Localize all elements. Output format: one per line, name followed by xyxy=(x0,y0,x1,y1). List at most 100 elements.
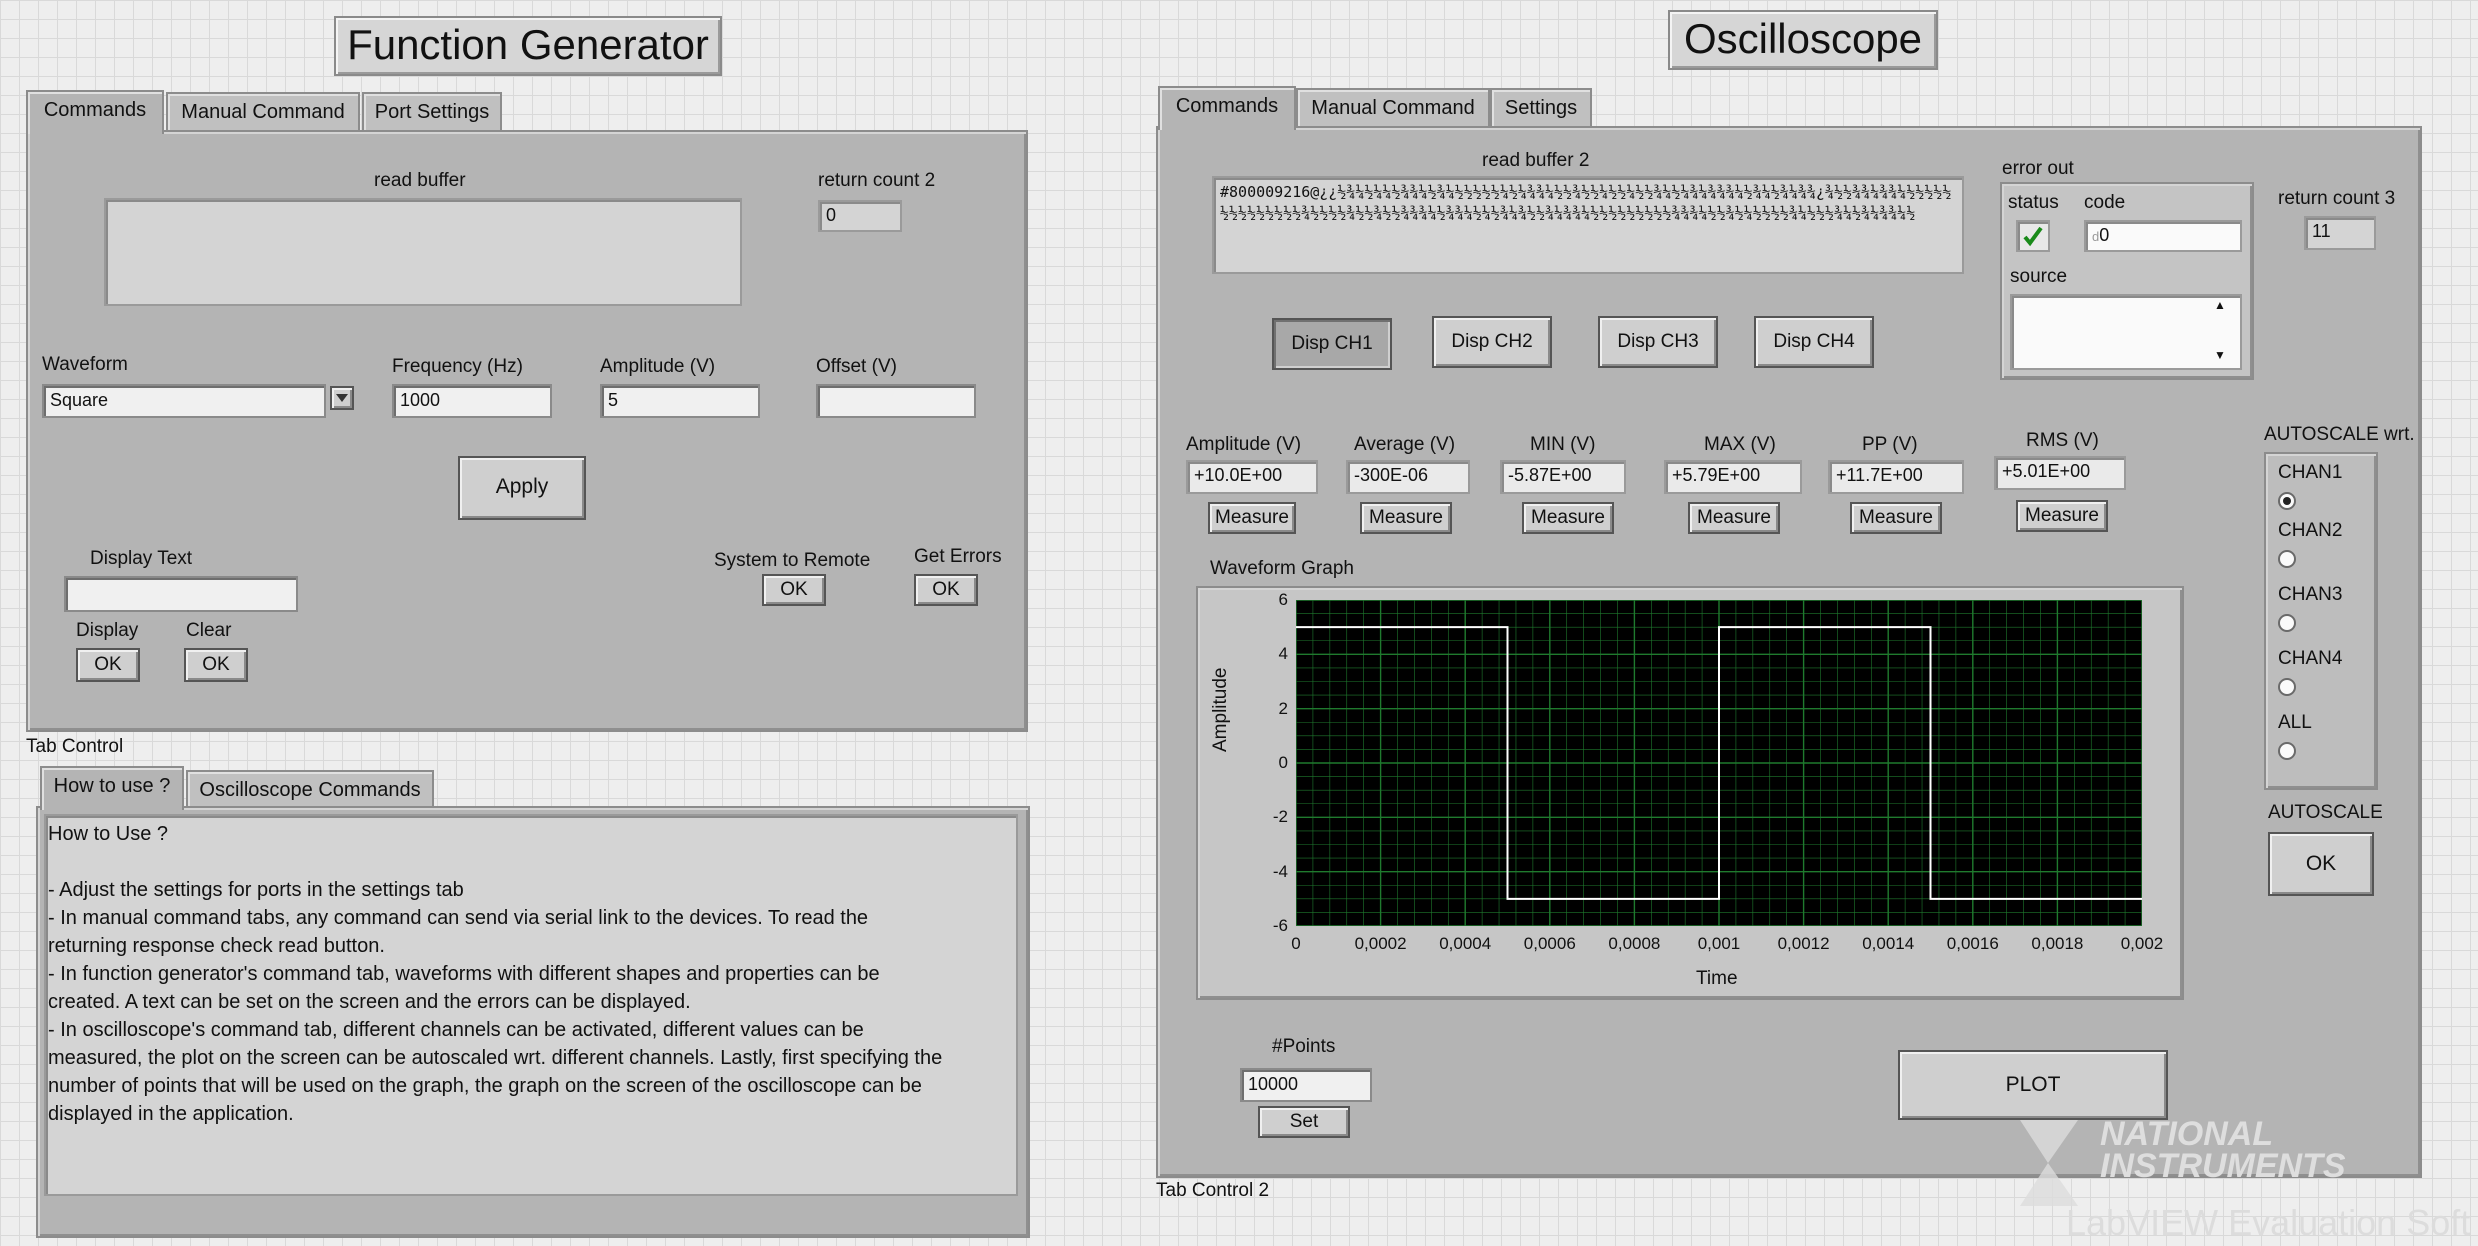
fg-read-buffer-label: read buffer xyxy=(374,170,466,191)
tab-control-2-label: Tab Control 2 xyxy=(1156,1180,1270,1201)
measurement-average-value: -300E-06 xyxy=(1346,460,1470,494)
amplitude-input[interactable]: 5 xyxy=(600,384,760,418)
clear-ok-button[interactable]: OK xyxy=(184,648,248,682)
chan2-radio[interactable] xyxy=(2278,550,2296,568)
source-scroll-down-icon[interactable]: ▼ xyxy=(2214,348,2226,362)
y-tick-label: 2 xyxy=(1278,698,1288,718)
x-tick-label: 0,0018 xyxy=(2031,934,2084,953)
y-tick-label: -4 xyxy=(1272,861,1288,881)
measurement-average-label: Average (V) xyxy=(1354,434,1456,455)
x-tick-label: 0,0002 xyxy=(1354,934,1407,953)
measure-max-button[interactable]: Measure xyxy=(1688,502,1780,534)
measure-min-button[interactable]: Measure xyxy=(1522,502,1614,534)
autoscale-ok-button[interactable]: OK xyxy=(2268,832,2374,896)
disp-ch2-button[interactable]: Disp CH2 xyxy=(1432,316,1552,368)
measurement-pp-label: PP (V) xyxy=(1862,434,1918,455)
measurement-rms-label: RMS (V) xyxy=(2026,430,2099,451)
x-tick-label: 0,0004 xyxy=(1439,934,1492,953)
watermark-brand: NATIONAL INSTRUMENTS xyxy=(2100,1115,2346,1185)
help-text: How to Use ? - Adjust the settings for p… xyxy=(48,823,943,1125)
get-errors-ok-button[interactable]: OK xyxy=(914,574,978,606)
waveform-select[interactable]: Square xyxy=(42,384,326,418)
measurement-rms-value: +5.01E+00 xyxy=(1994,456,2126,490)
chan3-radio[interactable] xyxy=(2278,614,2296,632)
x-tick-label: 0,0006 xyxy=(1523,934,1576,953)
chan1-radio[interactable] xyxy=(2278,492,2296,510)
x-tick-label: 0,0014 xyxy=(1862,934,1915,953)
disp-ch1-button[interactable]: Disp CH1 xyxy=(1272,318,1392,370)
set-button[interactable]: Set xyxy=(1258,1106,1350,1138)
get-errors-label: Get Errors xyxy=(914,546,1002,567)
code-value: 0 xyxy=(2099,225,2110,245)
measurement-min-label: MIN (V) xyxy=(1530,434,1596,455)
measurement-min-value: -5.87E+00 xyxy=(1500,460,1626,494)
y-tick-label: 6 xyxy=(1278,590,1288,609)
help-tab-oscilloscope-commands[interactable]: Oscilloscope Commands xyxy=(186,770,434,808)
display-text-input[interactable] xyxy=(64,576,298,612)
measure-rms-button[interactable]: Measure xyxy=(2016,500,2108,532)
x-tick-label: 0 xyxy=(1291,934,1301,953)
waveform-graph-label: Waveform Graph xyxy=(1210,558,1354,579)
measure-pp-button[interactable]: Measure xyxy=(1850,502,1942,534)
fg-return-count-label: return count 2 xyxy=(818,170,936,191)
amplitude-label: Amplitude (V) xyxy=(600,356,716,377)
measurement-amplitude-value: +10.0E+00 xyxy=(1186,460,1318,494)
x-tick-label: 0,0012 xyxy=(1777,934,1830,953)
system-to-remote-ok-button[interactable]: OK xyxy=(762,574,826,606)
osc-tab-commands[interactable]: Commands xyxy=(1158,86,1296,130)
display-text-label: Display Text xyxy=(90,548,193,569)
tab-control-label: Tab Control xyxy=(26,736,124,757)
points-input[interactable]: 10000 xyxy=(1240,1068,1372,1102)
disp-ch3-button[interactable]: Disp CH3 xyxy=(1598,316,1718,368)
measure-average-button[interactable]: Measure xyxy=(1360,502,1452,534)
display-label: Display xyxy=(76,620,139,641)
measure-amplitude-button[interactable]: Measure xyxy=(1208,502,1296,534)
plot-button[interactable]: PLOT xyxy=(1898,1050,2168,1120)
autoscale-label: AUTOSCALE xyxy=(2268,802,2383,823)
fg-tab-port-settings[interactable]: Port Settings xyxy=(362,92,502,132)
clear-label: Clear xyxy=(186,620,232,641)
measurement-max-label: MAX (V) xyxy=(1704,434,1776,455)
y-tick-label: -2 xyxy=(1272,807,1288,827)
oscilloscope-title: Oscilloscope xyxy=(1668,10,1938,70)
osc-return-count: 11 xyxy=(2304,216,2376,250)
x-tick-label: 0,0016 xyxy=(1946,934,1999,953)
code-label: code xyxy=(2084,192,2126,213)
offset-label: Offset (V) xyxy=(816,356,897,377)
waveform-dropdown-button[interactable] xyxy=(330,386,354,410)
chan3-label: CHAN3 xyxy=(2278,584,2343,605)
help-tab-how-to-use[interactable]: How to use ? xyxy=(40,766,184,810)
frequency-input[interactable]: 1000 xyxy=(392,384,552,418)
osc-return-count-label: return count 3 xyxy=(2278,188,2396,209)
ni-logo-icon xyxy=(2018,1118,2098,1213)
frequency-label: Frequency (Hz) xyxy=(392,356,523,377)
offset-input[interactable] xyxy=(816,384,976,418)
osc-read-buffer: #800009216@¿¿½¾¼½¼¼½¾¾¼½¾¼½½½½½¼½¼¾¾¼½½¾… xyxy=(1212,176,1964,274)
fg-tab-commands[interactable]: Commands xyxy=(26,90,164,134)
y-axis-label: Amplitude xyxy=(1210,667,1231,753)
points-label: #Points xyxy=(1272,1036,1336,1057)
source-scroll-up-icon[interactable]: ▲ xyxy=(2214,298,2226,312)
status-indicator xyxy=(2016,220,2050,252)
osc-tab-settings[interactable]: Settings xyxy=(1490,88,1592,130)
fg-tab-manual-command[interactable]: Manual Command xyxy=(166,92,360,132)
measurement-pp-value: +11.7E+00 xyxy=(1828,460,1964,494)
checkmark-icon xyxy=(2023,226,2043,247)
apply-button[interactable]: Apply xyxy=(458,456,586,520)
chan2-label: CHAN2 xyxy=(2278,520,2343,541)
x-tick-label: 0,002 xyxy=(2120,934,2164,953)
x-tick-label: 0,0008 xyxy=(1608,934,1661,953)
error-out-label: error out xyxy=(2002,158,2074,179)
chan4-radio[interactable] xyxy=(2278,678,2296,696)
disp-ch4-button[interactable]: Disp CH4 xyxy=(1754,316,1874,368)
source-label: source xyxy=(2010,266,2068,287)
osc-tab-manual-command[interactable]: Manual Command xyxy=(1296,88,1490,130)
all-radio[interactable] xyxy=(2278,742,2296,760)
display-ok-button[interactable]: OK xyxy=(76,648,140,682)
fg-return-count: 0 xyxy=(818,200,902,232)
x-tick-label: 0,001 xyxy=(1697,934,1741,953)
function-generator-title: Function Generator xyxy=(334,16,722,76)
y-tick-label: -6 xyxy=(1272,916,1288,935)
source-indicator xyxy=(2010,294,2242,370)
system-to-remote-label: System to Remote xyxy=(714,550,871,571)
